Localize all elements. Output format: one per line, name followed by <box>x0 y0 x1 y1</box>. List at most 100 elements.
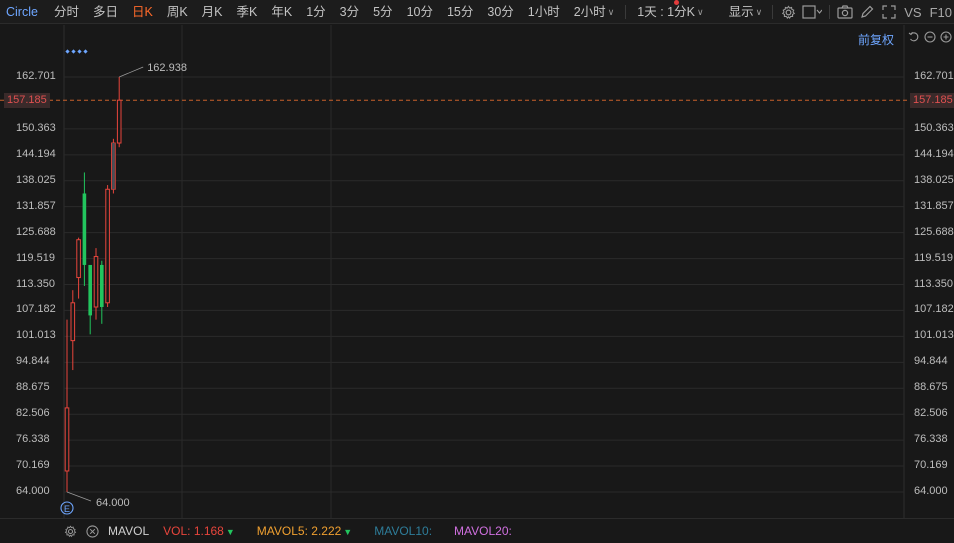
period-tab[interactable]: 3分 <box>333 0 366 24</box>
y-tick-label-right: 82.506 <box>914 407 948 420</box>
y-tick-label-left: 88.675 <box>16 381 50 394</box>
period-tab[interactable]: 日K <box>125 0 160 24</box>
chart-canvas[interactable]: 162.938 64.000 E <box>0 25 954 518</box>
period-tab[interactable]: 周K <box>160 0 195 24</box>
top-marker-dot <box>77 49 82 54</box>
y-tick-label-right: 70.169 <box>914 459 948 472</box>
indicator-bar: MAVOL VOL: 1.168 ▼ MAVOL5: 2.222 ▼ MAVOL10… <box>0 518 954 543</box>
divider <box>772 5 774 19</box>
high-annotation-leader <box>119 66 144 78</box>
y-tick-label-right: 144.194 <box>914 147 954 160</box>
zoom-out-icon[interactable] <box>922 29 938 45</box>
y-tick-label-left: 107.182 <box>16 303 56 316</box>
symbol-label[interactable]: Circle <box>0 0 47 24</box>
period-tab-label: 1小时 <box>527 4 560 19</box>
event-marker-label: E <box>64 504 70 514</box>
indicator-name[interactable]: MAVOL <box>108 524 149 538</box>
low-annotation-leader <box>66 491 92 502</box>
period-tab-label: 季K <box>236 4 258 19</box>
period-tab[interactable]: 1小时 <box>521 0 567 24</box>
down-arrow-icon: ▼ <box>225 527 235 537</box>
period-tab[interactable]: 15分 <box>440 0 480 24</box>
period-tab[interactable]: 5分 <box>366 0 399 24</box>
period-tab-label: 5分 <box>373 4 393 19</box>
period-tab[interactable]: 月K <box>195 0 230 24</box>
period-tab[interactable]: 2小时 ∨ <box>567 0 622 24</box>
mavol20-readout: MAVOL20: <box>454 524 512 538</box>
period-tab[interactable]: 30分 <box>480 0 520 24</box>
y-tick-label-left: 101.013 <box>16 329 56 342</box>
period-tab-label: 月K <box>201 4 223 19</box>
mavol10-readout: MAVOL10: <box>374 524 432 538</box>
y-tick-label-left: 162.701 <box>16 70 56 82</box>
period-tab[interactable]: 年K <box>264 0 299 24</box>
period-tab[interactable]: 分时 <box>47 0 86 24</box>
y-tick-label-right: 64.000 <box>914 485 948 497</box>
y-tick-label-right: 138.025 <box>914 173 954 186</box>
period-tab-label: 1分 <box>306 4 326 19</box>
y-tick-label-left: 76.338 <box>16 433 50 446</box>
custom-period-label: 1天 : 1分K <box>637 4 695 19</box>
divider <box>829 5 831 19</box>
fullscreen-icon[interactable] <box>878 0 900 24</box>
pen-icon[interactable] <box>856 0 878 24</box>
y-tick-label-left: 144.194 <box>16 147 56 160</box>
f10-button[interactable]: F10 <box>926 5 954 20</box>
y-tick-label-right: 150.363 <box>914 121 954 134</box>
candle-body <box>105 188 110 304</box>
y-tick-label-right: 101.013 <box>914 329 954 342</box>
low-annotation-label: 64.000 <box>96 497 130 509</box>
indicator-settings-icon[interactable] <box>60 521 80 541</box>
candle-body <box>70 302 76 342</box>
settings-icon[interactable] <box>777 0 799 24</box>
candle-body <box>64 407 70 472</box>
period-tab[interactable]: 季K <box>230 0 265 24</box>
current-price-tag-right: 157.185 <box>910 92 954 108</box>
mavol5-readout: MAVOL5: 2.222 ▼ <box>257 524 352 538</box>
period-tabs: 分时 多日 日K 周K 月K 季K 年K 1分 3分 5分 10分 15分 30分 1小时 2小时 ∨ <box>47 0 621 24</box>
price-adjust-button[interactable]: 前复权 <box>858 31 894 48</box>
y-tick-label-left: 119.519 <box>16 251 55 264</box>
period-tab[interactable]: 10分 <box>400 0 440 24</box>
candle-body <box>93 256 99 308</box>
camera-icon[interactable] <box>834 0 856 24</box>
y-tick-label-right: 113.350 <box>914 277 953 290</box>
y-tick-label-left: 113.350 <box>16 277 55 290</box>
y-tick-label-right: 162.701 <box>914 70 954 82</box>
period-tab-label: 分时 <box>53 4 79 19</box>
period-tab[interactable]: 多日 <box>86 0 125 24</box>
zoom-in-icon[interactable] <box>938 29 954 45</box>
kline-chart[interactable]: 162.938 64.000 E 前复权 162.701 162.701 150.363… <box>0 25 954 518</box>
top-marker-dot <box>71 49 76 54</box>
y-tick-label-left: 94.844 <box>16 355 50 368</box>
mavol5-label: MAVOL5: <box>256 524 308 538</box>
mavol10-label: MAVOL10: <box>374 524 433 538</box>
y-tick-label-left: 150.363 <box>16 121 56 134</box>
period-tab-label: 年K <box>271 4 293 19</box>
period-tab-label: 30分 <box>487 4 514 19</box>
y-tick-label-right: 119.519 <box>914 251 953 264</box>
undo-icon[interactable] <box>906 29 922 45</box>
vol-label: VOL: <box>163 524 191 538</box>
draw-tool-icon[interactable] <box>799 0 825 24</box>
custom-period-selector[interactable]: 1天 : 1分K ∨ <box>630 0 710 24</box>
toolbar-right: 显示 ∨ VS F10 <box>723 0 954 24</box>
candle-body <box>100 264 104 307</box>
candle-body <box>76 239 81 279</box>
down-arrow-icon: ▼ <box>343 527 353 537</box>
display-label: 显示 <box>728 5 754 19</box>
display-menu[interactable]: 显示 ∨ <box>723 0 769 24</box>
high-annotation-label: 162.938 <box>147 62 187 74</box>
candle-body-last <box>112 143 115 190</box>
vs-button[interactable]: VS <box>900 5 925 20</box>
y-tick-label-left: 70.169 <box>16 459 50 472</box>
y-tick-label-left: 125.688 <box>16 225 56 238</box>
top-marker-dot <box>83 49 88 54</box>
candle-body <box>116 99 122 144</box>
indicator-close-icon[interactable] <box>82 521 102 541</box>
top-marker-dot <box>65 49 70 54</box>
period-tab[interactable]: 1分 <box>299 0 332 24</box>
y-tick-label-right: 76.338 <box>914 433 948 446</box>
mavol5-value: 2.222 <box>311 524 342 538</box>
period-tab-label: 15分 <box>446 4 474 19</box>
